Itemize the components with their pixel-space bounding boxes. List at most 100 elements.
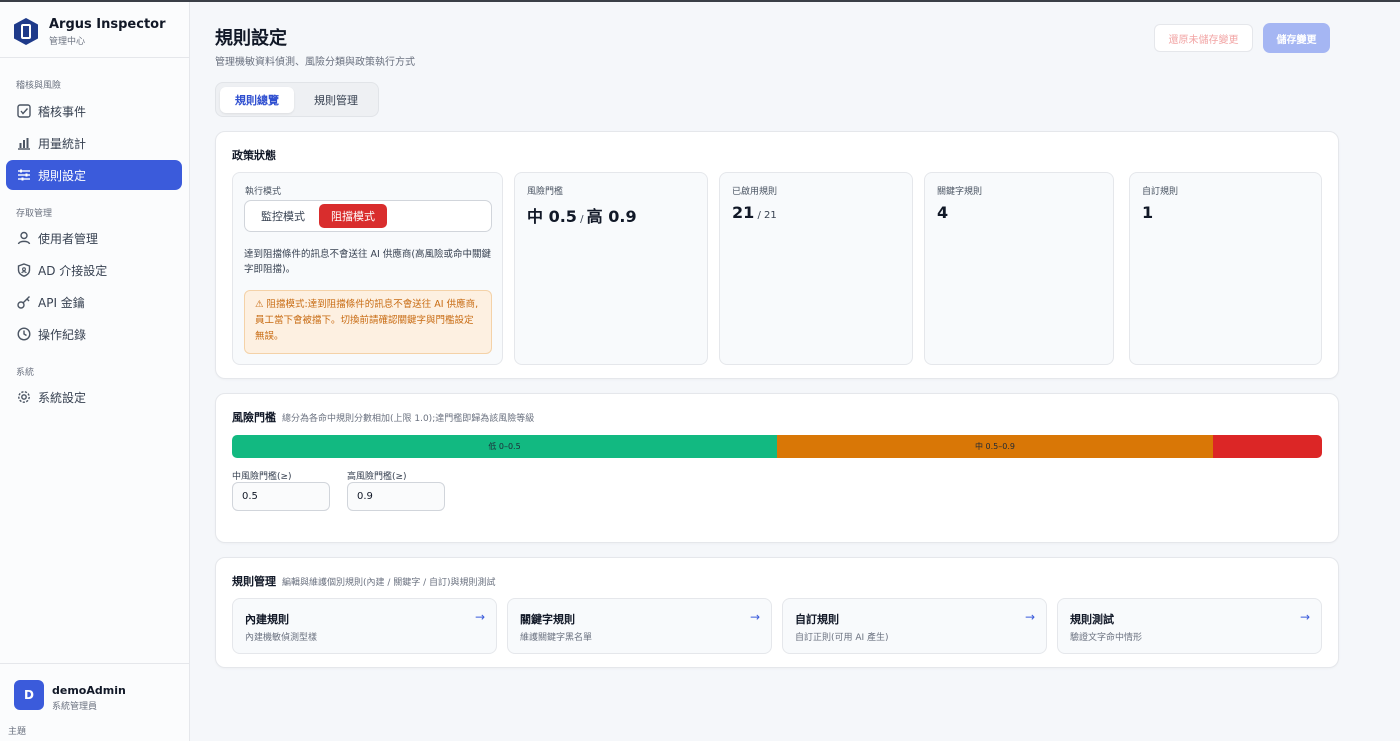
page-subtitle: 管理機敏資料偵測、風險分類與政策執行方式	[215, 57, 415, 68]
theme-label[interactable]: 主題	[8, 724, 26, 737]
link-title: 規則測試	[1070, 613, 1114, 626]
risk-threshold-label: 風險門檻	[527, 187, 564, 197]
rule-test-link[interactable]: 規則測試 驗證文字命中情形 →	[1057, 598, 1322, 654]
key-icon	[16, 294, 32, 310]
sidebar-item-audit-events[interactable]: 稽核事件	[6, 96, 182, 126]
execution-mode-label: 執行模式	[245, 187, 282, 197]
rule-management-title: 規則管理	[232, 575, 276, 588]
risk-band-bar: 低 0–0.5 中 0.5–0.9	[232, 435, 1322, 458]
tab-rules-overview[interactable]: 規則總覽	[220, 87, 294, 113]
high-threshold-label: 高風險門檻(≥)	[347, 472, 407, 482]
risk-threshold-value: 中 0.5 / 高 0.9	[527, 203, 637, 227]
enabled-rules-total: / 21	[754, 210, 777, 221]
link-subtitle: 驗證文字命中情形	[1070, 633, 1143, 643]
rule-management-desc: 編輯與維護個別規則(內建 / 關鍵字 / 自訂)與規則測試	[282, 578, 496, 588]
medium-threshold-label: 中風險門檻(≥)	[232, 472, 292, 482]
sidebar-item-user-management[interactable]: 使用者管理	[6, 223, 182, 253]
window-top-edge	[0, 0, 1400, 2]
keyword-rules-link[interactable]: 關鍵字規則 維護關鍵字黑名單 →	[507, 598, 772, 654]
sidebar-item-label: 稽核事件	[38, 104, 87, 119]
risk-band-high	[1213, 435, 1322, 458]
custom-rules-panel: 自訂規則 1	[1129, 172, 1322, 365]
section-label-access: 存取管理	[16, 209, 53, 219]
risk-threshold-panel: 風險門檻 中 0.5 / 高 0.9	[514, 172, 708, 365]
save-changes-button[interactable]: 儲存變更	[1263, 23, 1330, 53]
brand-subtitle: 管理中心	[49, 37, 86, 47]
block-mode-warning: ⚠ 阻擋模式:達到阻擋條件的訊息不會送往 AI 供應商,員工當下會被擋下。切換前…	[244, 290, 492, 354]
arrow-right-icon: →	[474, 610, 485, 624]
revert-changes-button[interactable]: 還原未儲存變更	[1154, 24, 1253, 52]
link-title: 自訂規則	[795, 613, 839, 626]
enabled-rules-count: 21	[732, 203, 755, 222]
enabled-rules-label: 已啟用規則	[732, 187, 778, 197]
brand[interactable]: Argus Inspector 管理中心	[14, 16, 190, 48]
sidebar: Argus Inspector 管理中心 稽核與風險 稽核事件 用量統計 規則設…	[0, 2, 190, 741]
custom-rules-value: 1	[1142, 203, 1154, 222]
user-name: demoAdmin	[52, 684, 126, 697]
execution-mode-panel: 執行模式 監控模式 阻擋模式 達到阻擋條件的訊息不會送往 AI 供應商(高風險或…	[232, 172, 503, 365]
sidebar-item-rule-settings[interactable]: 規則設定	[6, 160, 182, 190]
link-subtitle: 內建機敏偵測型樣	[245, 633, 318, 643]
brand-divider	[0, 57, 190, 58]
custom-rules-link[interactable]: 自訂規則 自訂正則(可用 AI 產生) →	[782, 598, 1047, 654]
risk-threshold-card: 風險門檻 總分為各命中規則分數相加(上限 1.0);達門檻即歸為該風險等級 低 0…	[215, 393, 1339, 543]
link-title: 關鍵字規則	[520, 613, 575, 626]
sidebar-item-ad-integration[interactable]: AD 介接設定	[6, 255, 182, 285]
brand-title: Argus Inspector	[49, 17, 166, 32]
arrow-right-icon: →	[1299, 610, 1310, 624]
clock-icon	[16, 326, 32, 342]
sidebar-item-label: AD 介接設定	[38, 263, 108, 278]
sidebar-item-label: 用量統計	[38, 136, 87, 151]
risk-band-low: 低 0–0.5	[232, 435, 777, 458]
high-prefix: 高	[586, 207, 609, 226]
sidebar-item-label: 規則設定	[38, 168, 87, 183]
page-title: 規則設定	[215, 28, 287, 49]
risk-threshold-desc: 總分為各命中規則分數相加(上限 1.0);達門檻即歸為該風險等級	[282, 414, 535, 424]
execution-mode-description: 達到阻擋條件的訊息不會送往 AI 供應商(高風險或命中關鍵字即阻擋)。	[244, 249, 492, 275]
section-label-system: 系統	[16, 368, 35, 378]
user-icon	[16, 230, 32, 246]
threshold-separator: /	[576, 214, 587, 225]
enabled-rules-value: 21 / 21	[732, 203, 777, 222]
rule-management-card: 規則管理 編輯與維護個別規則(內建 / 關鍵字 / 自訂)與規則測試 內建規則 內…	[215, 557, 1339, 668]
block-mode-option[interactable]: 阻擋模式	[319, 204, 387, 228]
policy-status-title: 政策狀態	[232, 149, 276, 162]
monitor-mode-option[interactable]: 監控模式	[250, 204, 316, 228]
section-label-audit: 稽核與風險	[16, 81, 62, 91]
risk-threshold-title: 風險門檻	[232, 411, 276, 424]
arrow-right-icon: →	[1024, 610, 1035, 624]
medium-threshold-input[interactable]: 0.5	[232, 482, 330, 511]
sidebar-item-label: API 金鑰	[38, 295, 85, 310]
keyword-rules-value: 4	[937, 203, 949, 222]
sidebar-item-system-settings[interactable]: 系統設定	[6, 382, 182, 412]
high-threshold-input[interactable]: 0.9	[347, 482, 445, 511]
argus-logo-icon	[14, 18, 38, 45]
high-threshold-value: 0.9	[608, 207, 637, 226]
sidebar-item-operation-log[interactable]: 操作紀錄	[6, 319, 182, 349]
bar-chart-icon	[16, 135, 32, 151]
gear-icon	[16, 389, 32, 405]
keyword-rules-label: 關鍵字規則	[937, 187, 983, 197]
execution-mode-toggle: 監控模式 阻擋模式	[244, 200, 492, 232]
policy-status-card: 政策狀態 執行模式 監控模式 阻擋模式 達到阻擋條件的訊息不會送往 AI 供應商…	[215, 131, 1339, 379]
tab-rules-management[interactable]: 規則管理	[298, 87, 374, 113]
risk-band-medium: 中 0.5–0.9	[777, 435, 1213, 458]
shield-icon	[16, 262, 32, 278]
avatar[interactable]: D	[14, 680, 44, 710]
builtin-rules-link[interactable]: 內建規則 內建機敏偵測型樣 →	[232, 598, 497, 654]
rule-management-heading: 規則管理 編輯與維護個別規則(內建 / 關鍵字 / 自訂)與規則測試	[232, 573, 496, 589]
sidebar-item-usage-stats[interactable]: 用量統計	[6, 128, 182, 158]
medium-prefix: 中	[527, 207, 549, 226]
sidebar-item-label: 使用者管理	[38, 231, 99, 246]
link-subtitle: 維護關鍵字黑名單	[520, 633, 593, 643]
arrow-right-icon: →	[749, 610, 760, 624]
link-title: 內建規則	[245, 613, 289, 626]
sidebar-item-api-keys[interactable]: API 金鑰	[6, 287, 182, 317]
sidebar-item-label: 操作紀錄	[38, 327, 87, 342]
link-subtitle: 自訂正則(可用 AI 產生)	[795, 633, 889, 643]
tab-bar: 規則總覽 規則管理	[215, 82, 379, 117]
sidebar-item-label: 系統設定	[38, 390, 87, 405]
keyword-rules-panel: 關鍵字規則 4	[924, 172, 1114, 365]
user-role: 系統管理員	[52, 702, 98, 712]
user-divider	[0, 663, 190, 664]
